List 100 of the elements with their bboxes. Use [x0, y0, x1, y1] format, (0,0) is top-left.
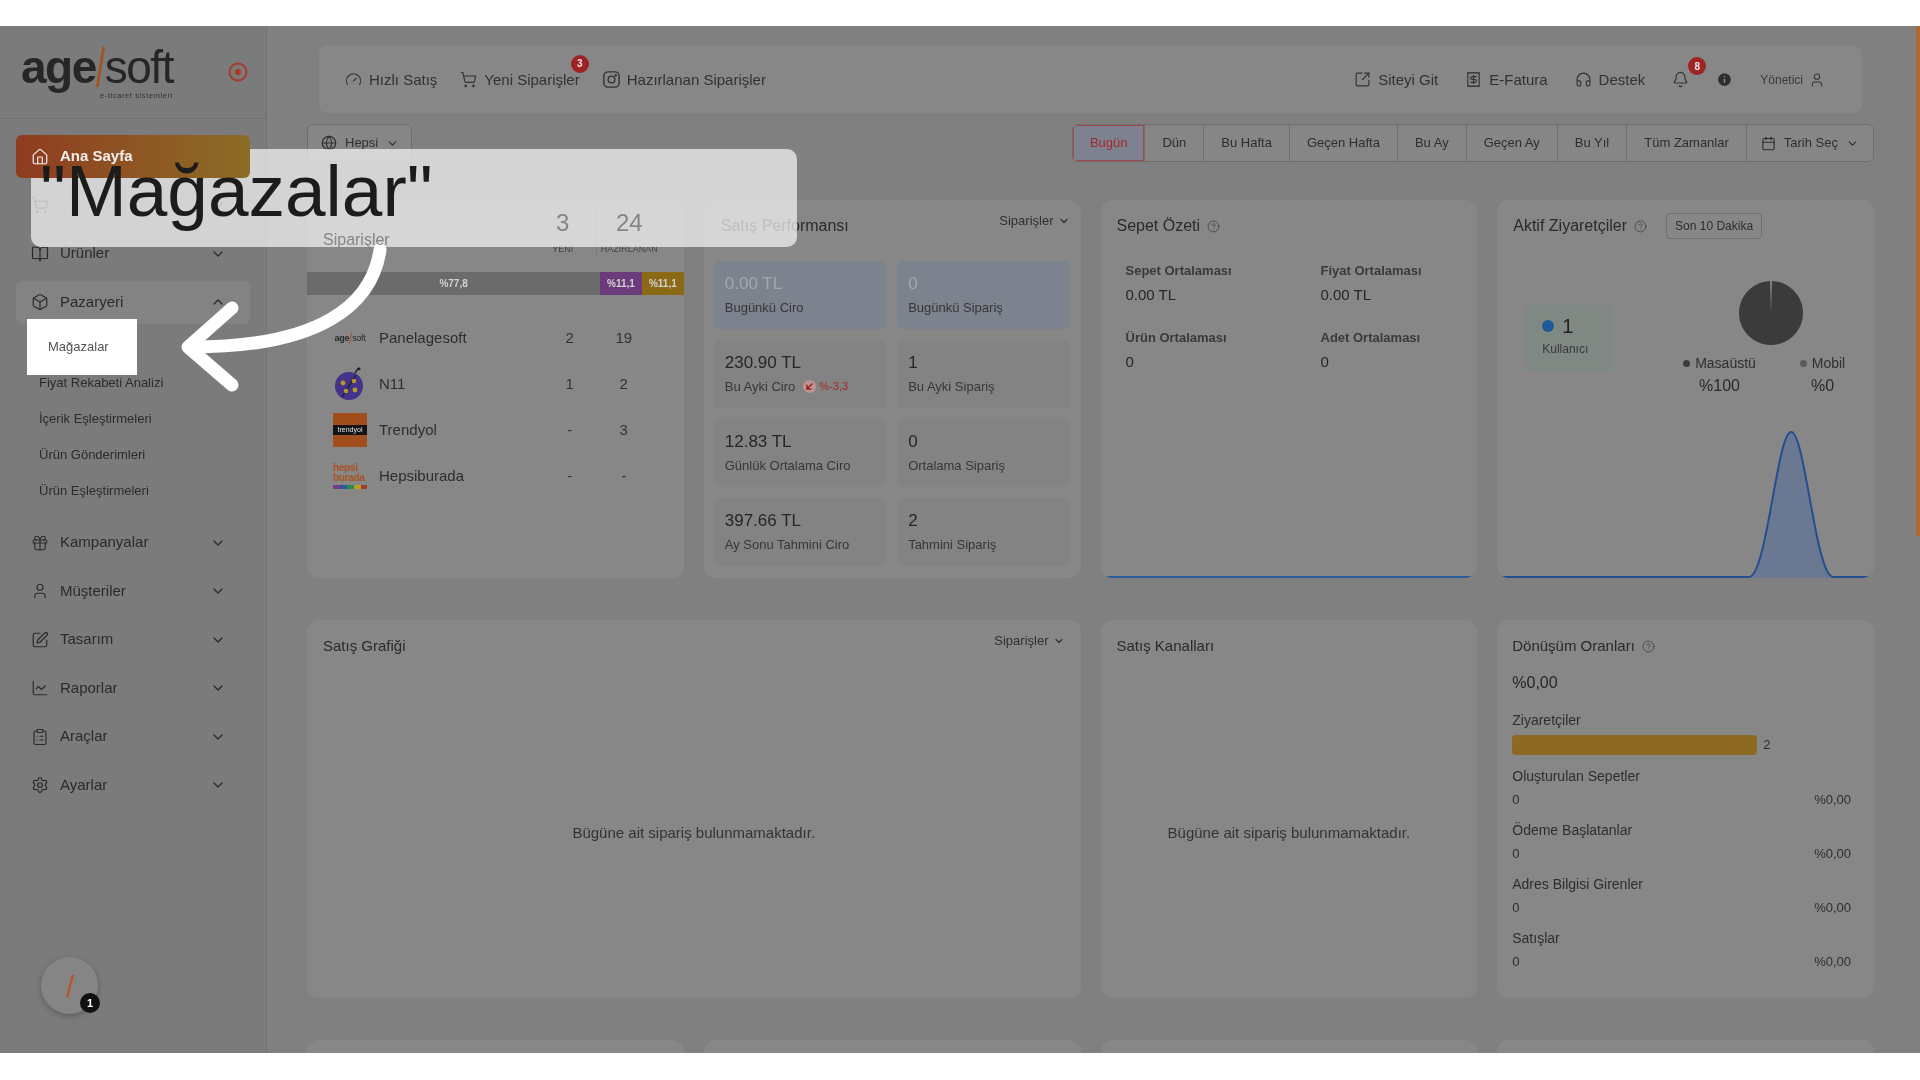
submenu-item[interactable]: Ürün Eşleştirmeleri: [16, 472, 250, 509]
sidebar-item[interactable]: Müşteriler: [16, 569, 250, 613]
bell-icon[interactable]: [1672, 71, 1690, 88]
stat-value: 0.00 TL: [1125, 285, 1178, 305]
target-icon[interactable]: [228, 62, 248, 82]
legend-label: Masaüstü: [1695, 355, 1756, 371]
step-count: 0: [1512, 845, 1520, 863]
step-label: Ödeme Başlatanlar: [1512, 821, 1634, 839]
metric-dropdown[interactable]: Siparişler: [999, 213, 1070, 229]
card-title: Aktif Ziyaretçiler: [1513, 216, 1628, 236]
status-dot-icon: [1542, 320, 1555, 332]
date-tab[interactable]: Bu Yıl: [1557, 125, 1628, 161]
date-picker-button[interactable]: Tarih Seç: [1746, 125, 1873, 161]
user-menu[interactable]: Yönetici: [1760, 70, 1825, 89]
headset-icon: [1574, 71, 1592, 88]
card-title: Sepet Özeti: [1116, 216, 1201, 236]
submenu-item[interactable]: İçerik Eşleştirmeleri: [16, 400, 250, 437]
stat-value: 2: [908, 510, 919, 532]
metric-dropdown[interactable]: Siparişler: [994, 633, 1065, 649]
scrollbar-thumb[interactable]: [1916, 26, 1920, 536]
stat-label: Tahmini Sipariş: [908, 536, 997, 553]
step-percent: %0,00: [1814, 953, 1851, 971]
date-tab[interactable]: Bu Hafta: [1204, 125, 1290, 161]
stat-value: 0: [1320, 352, 1330, 372]
step-percent: %0,00: [1814, 845, 1851, 863]
help-icon[interactable]: [1207, 219, 1221, 233]
stat-label: Bugünkü Ciro: [724, 299, 804, 316]
line-chart-icon: [31, 679, 49, 697]
header-link[interactable]: Hazırlanan Siparişler: [602, 70, 766, 89]
new-order-count: 1: [564, 373, 575, 394]
sidebar-item[interactable]: Tasarım: [16, 618, 250, 661]
store-name: Hepsiburada: [379, 465, 466, 486]
legend-dot-icon: [1799, 359, 1807, 367]
stat-label: Fiyat Ortalaması: [1320, 262, 1423, 279]
person-icon: [1809, 71, 1825, 88]
clipboard-icon: [31, 727, 49, 746]
count-label: YENİ: [552, 244, 574, 255]
empty-state-text: Bügüne ait sipariş bulunmamaktadır.: [572, 822, 816, 843]
header-link[interactable]: Siteyi Git: [1354, 70, 1439, 89]
step-label: Ziyaretçiler: [1512, 711, 1582, 729]
color-stripe-icon: [333, 485, 367, 489]
step-count: 0: [1512, 953, 1520, 971]
logo-wordmark: soft: [352, 333, 366, 343]
stat-value: 1: [908, 352, 919, 374]
legend-label: Mobil: [1811, 355, 1846, 371]
date-tab[interactable]: Geçen Hafta: [1289, 125, 1398, 161]
sidebar-item[interactable]: Pazaryeri: [16, 280, 250, 324]
step-label: Oluşturulan Sepetler: [1512, 767, 1641, 785]
help-icon[interactable]: [1634, 219, 1648, 233]
book-icon: [31, 244, 49, 263]
date-tab[interactable]: Bu Ay: [1397, 125, 1467, 161]
legend-dot-icon: [1683, 359, 1691, 367]
date-tab[interactable]: Tüm Zamanlar: [1627, 125, 1747, 161]
gift-icon: [31, 533, 49, 552]
bar-segment: %11,1: [600, 272, 642, 295]
slash-logo-icon: [65, 974, 74, 997]
preparing-order-count: 19: [614, 327, 634, 348]
card-title: Satış Grafiği: [323, 636, 406, 656]
date-tab[interactable]: Dün: [1145, 125, 1205, 161]
count-badge: 1: [80, 993, 100, 1013]
stat-label: Bugünkü Sipariş: [908, 299, 1003, 316]
launcher-button[interactable]: [41, 957, 98, 1014]
receipt-icon: [1465, 71, 1483, 88]
step-label: Adres Bilgisi Girenler: [1512, 875, 1644, 893]
store-name: N11: [379, 373, 407, 394]
header-link[interactable]: Destek: [1574, 70, 1646, 89]
globe-icon: [321, 135, 337, 151]
bar-segment: %11,1: [641, 272, 684, 295]
preparing-order-count: -: [620, 465, 628, 486]
logo-text: burada: [333, 473, 365, 483]
new-order-count: -: [566, 465, 574, 486]
stat-label: Günlük Ortalama Ciro: [724, 457, 851, 474]
header-link[interactable]: E-Fatura: [1465, 70, 1548, 89]
sidebar-item[interactable]: Ürünler: [16, 232, 250, 275]
header-link[interactable]: Yeni Siparişler: [460, 70, 580, 89]
sidebar-item[interactable]: Kampanyalar: [16, 521, 250, 564]
date-tab[interactable]: Bugün: [1072, 125, 1146, 161]
settings-icon: [31, 776, 49, 794]
date-tab[interactable]: Geçen Ay: [1466, 125, 1558, 161]
stat-value: 397.66 TL: [724, 510, 802, 532]
header-link[interactable]: Hızlı Satış: [345, 70, 438, 89]
submenu-item[interactable]: Mağazalar: [27, 318, 137, 375]
submenu-item[interactable]: Ürün Gönderimleri: [16, 436, 250, 473]
change-text: %-3,3: [819, 380, 849, 393]
period-tag: Son 10 Dakika: [1666, 213, 1763, 239]
sidebar-item[interactable]: Araçlar: [16, 715, 250, 758]
info-icon[interactable]: [1716, 71, 1734, 88]
stat-value: 230.90 TL: [724, 352, 802, 374]
sidebar-item[interactable]: Ayarlar: [16, 763, 250, 807]
cart-icon: [460, 71, 478, 88]
stat-label: Adet Ortalaması: [1320, 329, 1422, 346]
count-badge: 8: [1688, 57, 1707, 75]
stat-value: 0: [1125, 352, 1135, 372]
help-icon[interactable]: [1641, 639, 1655, 653]
legend-value: %100: [1699, 376, 1740, 396]
active-user-label: Kullanıcı: [1542, 342, 1590, 356]
logo-wordmark: age: [334, 333, 350, 343]
conversion-rate: %0,00: [1512, 673, 1559, 693]
sidebar-item[interactable]: Raporlar: [16, 666, 250, 710]
pen-square-icon: [31, 630, 49, 649]
